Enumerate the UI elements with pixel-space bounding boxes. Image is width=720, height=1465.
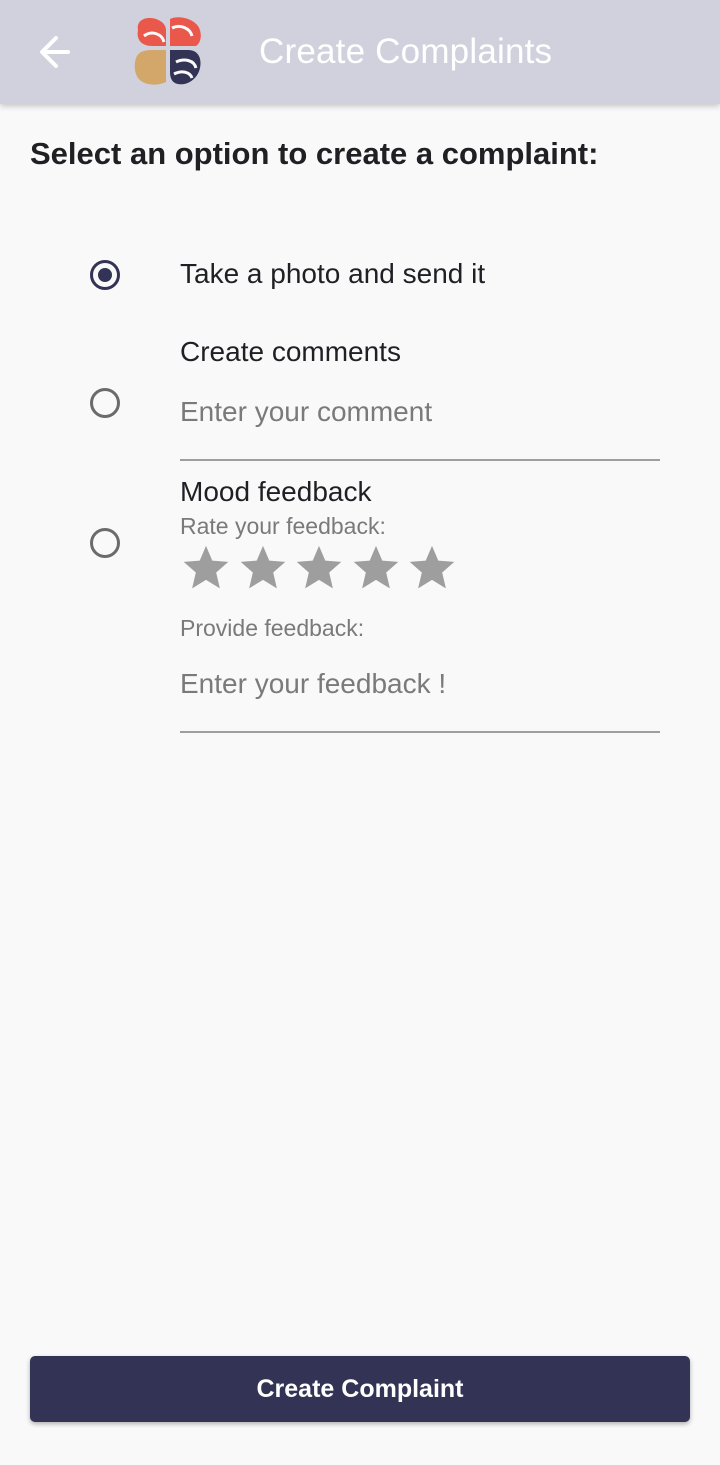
arrow-left-icon [40,36,70,68]
rate-feedback-label: Rate your feedback: [180,513,386,539]
create-complaint-button[interactable]: Create Complaint [30,1356,690,1422]
star-rating[interactable] [180,542,463,598]
option-take-photo-label[interactable]: Take a photo and send it [180,258,485,290]
option-create-comments-label[interactable]: Create comments [180,336,401,368]
app-bar: Create Complaints [0,0,720,104]
star-icon[interactable] [293,542,345,594]
provide-feedback-label: Provide feedback: [180,615,365,641]
comment-input[interactable] [180,392,660,461]
radio-mood-feedback[interactable] [90,528,120,558]
star-icon[interactable] [237,542,289,594]
page-title: Create Complaints [259,32,553,71]
feedback-input[interactable] [180,664,660,733]
star-icon[interactable] [350,542,402,594]
radio-create-comments[interactable] [90,388,120,418]
star-icon[interactable] [406,542,458,594]
star-icon[interactable] [180,542,232,594]
option-mood-feedback-label[interactable]: Mood feedback [180,476,371,508]
back-button[interactable] [26,30,78,74]
instruction-heading: Select an option to create a complaint: [30,136,599,171]
radio-take-photo[interactable] [90,260,120,290]
app-logo [134,17,201,85]
